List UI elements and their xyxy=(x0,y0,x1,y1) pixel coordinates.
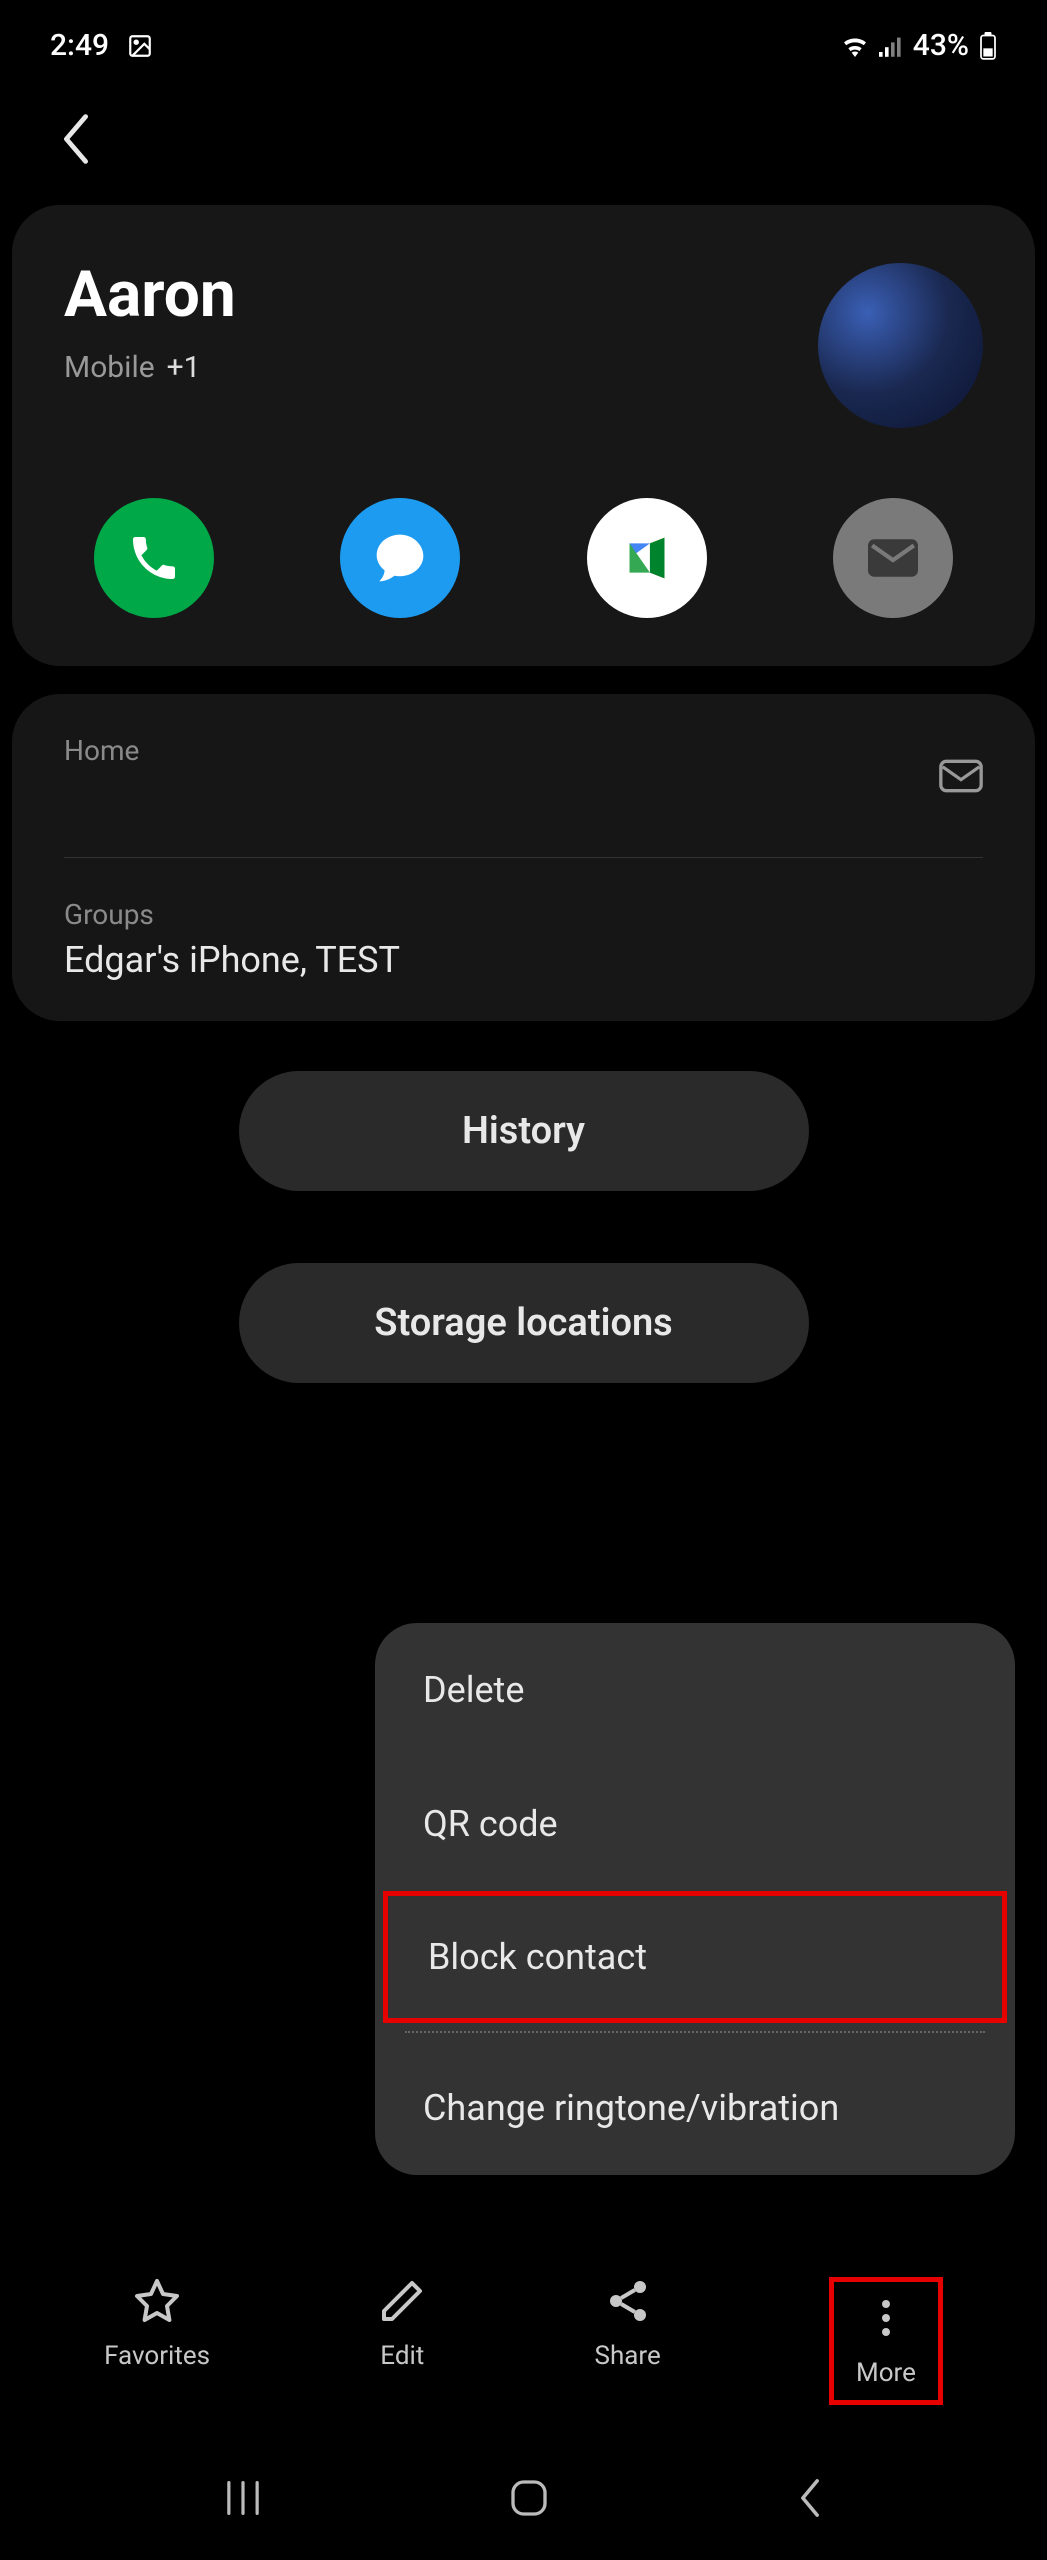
call-button[interactable] xyxy=(94,498,214,618)
groups-value: Edgar's iPhone, TEST xyxy=(64,939,983,981)
battery-text: 43% xyxy=(913,28,969,63)
favorites-label: Favorites xyxy=(104,2341,210,2371)
battery-icon xyxy=(979,32,997,60)
menu-block-contact[interactable]: Block contact xyxy=(388,1896,1002,2018)
gallery-icon xyxy=(127,33,153,59)
status-bar: 2:49 43% xyxy=(0,0,1047,83)
contact-name: Aaron xyxy=(64,257,236,332)
bottom-action-bar: Favorites Edit Share More xyxy=(0,2247,1047,2435)
message-button[interactable] xyxy=(340,498,460,618)
system-nav-bar xyxy=(0,2435,1047,2560)
more-button[interactable]: More xyxy=(829,2277,943,2405)
menu-delete[interactable]: Delete xyxy=(375,1623,1015,1757)
back-nav-button[interactable] xyxy=(796,2478,824,2518)
contact-card: Aaron Mobile +1 xyxy=(12,205,1035,666)
popup-divider xyxy=(405,2031,985,2033)
share-label: Share xyxy=(595,2341,661,2371)
info-card: Home Groups Edgar's iPhone, TEST xyxy=(12,694,1035,1021)
home-button[interactable] xyxy=(509,2478,549,2518)
back-button[interactable] xyxy=(0,83,1047,205)
contact-avatar[interactable] xyxy=(818,263,983,428)
home-label: Home xyxy=(64,734,139,767)
history-button[interactable]: History xyxy=(239,1071,809,1191)
signal-icon xyxy=(879,35,903,57)
groups-label: Groups xyxy=(64,898,983,931)
star-icon xyxy=(133,2277,181,2325)
edit-button[interactable]: Edit xyxy=(378,2277,426,2405)
share-icon xyxy=(604,2277,652,2325)
phone-number: +1 xyxy=(167,350,201,385)
menu-change-ringtone[interactable]: Change ringtone/vibration xyxy=(375,2041,1015,2175)
email-button[interactable] xyxy=(833,498,953,618)
edit-label: Edit xyxy=(380,2341,424,2371)
phone-label: Mobile xyxy=(64,350,155,385)
more-menu-popup: Delete QR code Block contact Change ring… xyxy=(375,1623,1015,2175)
home-value xyxy=(64,775,139,817)
video-button[interactable] xyxy=(587,498,707,618)
status-time: 2:49 xyxy=(50,28,109,63)
wifi-icon xyxy=(841,35,869,57)
more-icon xyxy=(862,2294,910,2342)
recents-button[interactable] xyxy=(223,2480,263,2516)
highlight-block-contact: Block contact xyxy=(383,1891,1007,2023)
more-label: More xyxy=(856,2358,916,2388)
storage-button[interactable]: Storage locations xyxy=(239,1263,809,1383)
email-icon[interactable] xyxy=(939,759,983,793)
pencil-icon xyxy=(378,2277,426,2325)
share-button[interactable]: Share xyxy=(595,2277,661,2405)
menu-qr-code[interactable]: QR code xyxy=(375,1757,1015,1891)
favorites-button[interactable]: Favorites xyxy=(104,2277,210,2405)
